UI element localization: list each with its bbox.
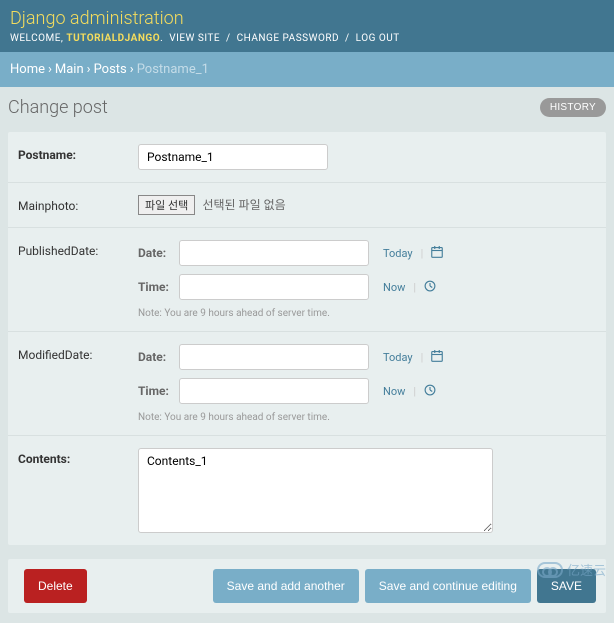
site-name[interactable]: Django administration — [10, 8, 604, 29]
clock-icon[interactable] — [424, 384, 436, 399]
calendar-icon[interactable] — [431, 350, 443, 365]
user-tools: WELCOME, TUTORIALDJANGO. VIEW SITE / CHA… — [10, 33, 604, 44]
published-time-input[interactable] — [179, 274, 369, 300]
published-tz-note: Note: You are 9 hours ahead of server ti… — [138, 308, 596, 319]
published-today-link[interactable]: Today — [383, 247, 413, 260]
clock-icon[interactable] — [424, 280, 436, 295]
contents-textarea[interactable] — [138, 448, 493, 533]
calendar-icon[interactable] — [431, 246, 443, 261]
published-now-link[interactable]: Now — [383, 281, 405, 294]
submit-row: Delete Save and add another Save and con… — [8, 559, 606, 613]
save-continue-button[interactable]: Save and continue editing — [365, 569, 531, 603]
breadcrumb-home[interactable]: Home — [10, 62, 45, 77]
watermark-icon — [537, 562, 563, 578]
username[interactable]: TUTORIALDJANGO — [66, 33, 160, 44]
published-date-input[interactable] — [179, 240, 369, 266]
view-site-link[interactable]: VIEW SITE — [166, 33, 223, 44]
admin-header: Django administration WELCOME, TUTORIALD… — [0, 0, 614, 52]
modified-time-sublabel: Time: — [138, 384, 173, 398]
modified-tz-note: Note: You are 9 hours ahead of server ti… — [138, 412, 596, 423]
modified-now-link[interactable]: Now — [383, 385, 405, 398]
postname-input[interactable] — [138, 144, 328, 170]
modified-date-sublabel: Date: — [138, 350, 173, 364]
breadcrumb: Home›Main›Posts›Postname_1 — [0, 52, 614, 87]
breadcrumb-model[interactable]: Posts — [94, 62, 127, 77]
save-add-another-button[interactable]: Save and add another — [213, 569, 359, 603]
delete-button[interactable]: Delete — [24, 569, 87, 603]
mainphoto-label: Mainphoto: — [18, 195, 138, 213]
breadcrumb-app[interactable]: Main — [55, 62, 84, 77]
postname-label: Postname: — [18, 144, 138, 162]
published-time-sublabel: Time: — [138, 280, 173, 294]
field-contents: Contents: — [8, 436, 606, 545]
form-module: Postname: Mainphoto: 파일 선택 선택된 파일 없음 Pub… — [8, 132, 606, 545]
field-publisheddate: PublishedDate: Date: Today | Time: Now | — [8, 228, 606, 332]
published-date-sublabel: Date: — [138, 246, 173, 260]
modified-date-input[interactable] — [179, 344, 369, 370]
field-modifieddate: ModifiedDate: Date: Today | Time: Now | — [8, 332, 606, 436]
contents-label: Contents: — [18, 448, 138, 466]
field-mainphoto: Mainphoto: 파일 선택 선택된 파일 없음 — [8, 183, 606, 228]
change-password-link[interactable]: CHANGE PASSWORD — [234, 33, 342, 44]
publisheddate-label: PublishedDate: — [18, 240, 138, 258]
file-choose-button[interactable]: 파일 선택 — [138, 195, 195, 215]
watermark-text: 亿速云 — [567, 560, 606, 579]
file-status-text: 선택된 파일 없음 — [202, 198, 285, 212]
page-title: Change post — [8, 97, 108, 118]
logout-link[interactable]: LOG OUT — [353, 33, 403, 44]
history-button[interactable]: HISTORY — [540, 98, 606, 117]
modifieddate-label: ModifiedDate: — [18, 344, 138, 362]
watermark: 亿速云 — [537, 560, 606, 579]
modified-time-input[interactable] — [179, 378, 369, 404]
welcome-text: WELCOME, — [10, 33, 63, 44]
field-postname: Postname: — [8, 132, 606, 183]
modified-today-link[interactable]: Today — [383, 351, 413, 364]
breadcrumb-current: Postname_1 — [137, 62, 209, 77]
